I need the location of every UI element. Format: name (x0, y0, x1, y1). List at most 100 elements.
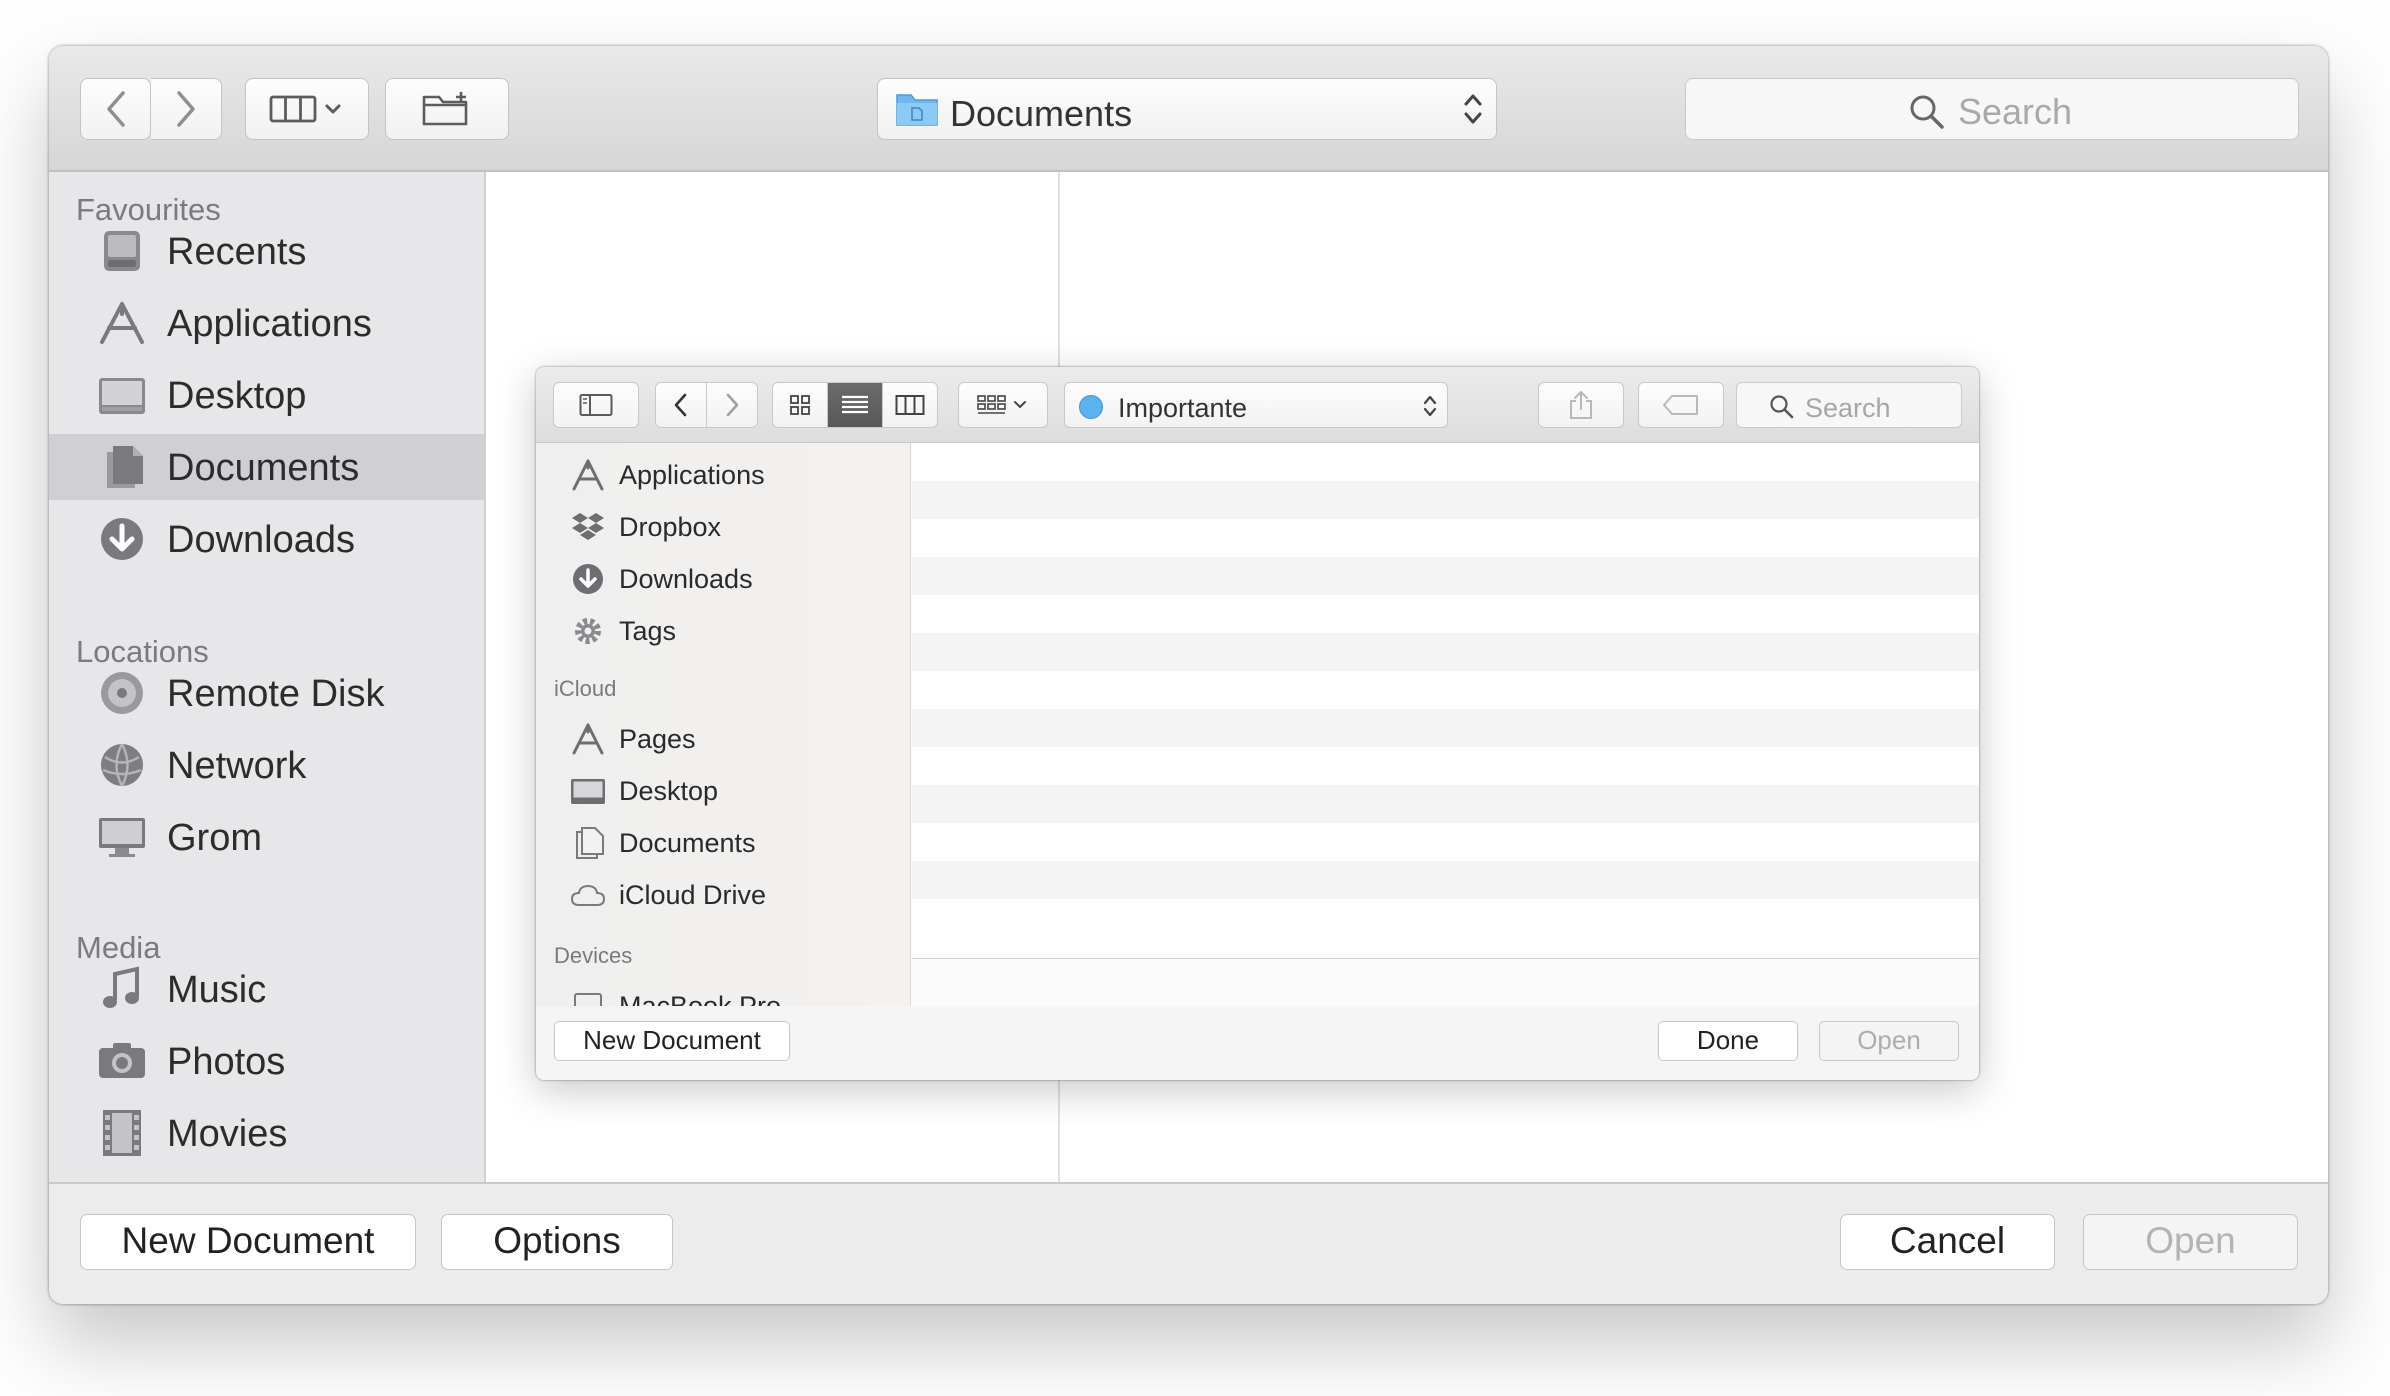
tag-button[interactable] (1638, 382, 1724, 428)
view-menu-button[interactable] (245, 78, 369, 140)
sidebar-item-downloads[interactable]: Downloads (49, 506, 486, 572)
sidebar-item-photos[interactable]: Photos (49, 1028, 486, 1094)
documents-icon (107, 446, 143, 488)
recents-icon (104, 231, 140, 271)
sidebar-item-dropbox[interactable]: Dropbox (536, 503, 910, 549)
sidebar-item-label: iCloud Drive (619, 880, 767, 910)
chevron-right-icon (726, 393, 739, 417)
list-row (912, 823, 1979, 861)
list-row (912, 595, 1979, 633)
new-folder-icon (422, 92, 468, 126)
back-button[interactable] (655, 382, 707, 428)
music-icon (103, 966, 139, 1008)
downloads-icon (573, 564, 603, 594)
new-folder-button[interactable] (385, 78, 509, 140)
pages-app-icon (572, 723, 604, 755)
share-button[interactable] (1538, 382, 1624, 428)
list-view-icon (842, 395, 868, 414)
desktop-icon (571, 779, 605, 804)
list-row (912, 709, 1979, 747)
chevron-right-icon (177, 91, 195, 127)
sidebar-item-label: Dropbox (619, 512, 722, 542)
sidebar-item-applications[interactable]: Applications (49, 290, 486, 356)
list-row (912, 481, 1979, 519)
done-button[interactable]: Done (1658, 1021, 1798, 1061)
icon-view-button[interactable] (772, 382, 828, 428)
group-menu-button[interactable] (958, 382, 1048, 428)
icon-view-icon (790, 395, 810, 415)
sidebar-item-recents[interactable]: Recents (49, 218, 486, 284)
sidebar-item-music[interactable]: Music (49, 956, 486, 1022)
options-button[interactable]: Options (441, 1214, 673, 1270)
sidebar-item-movies[interactable]: Movies (49, 1100, 486, 1166)
desktop-icon (99, 378, 145, 414)
updown-chevron-icon (1464, 94, 1482, 124)
sidebar-item-documents[interactable]: Documents (536, 819, 910, 865)
sidebar-item-label: Tags (619, 616, 677, 646)
search-field[interactable]: Search (1736, 382, 1962, 428)
file-list[interactable] (912, 443, 1979, 959)
sidebar-item-documents[interactable]: Documents (49, 434, 486, 500)
sidebar-heading-icloud: iCloud (554, 676, 617, 701)
sidebar-icon (579, 394, 613, 416)
sidebar-item-macbook-pro[interactable]: MacBook Pro (536, 982, 910, 1006)
documents-icon (576, 827, 604, 859)
dialog-toolbar: Documents Search (49, 46, 2328, 172)
search-field[interactable]: Search (1685, 78, 2299, 140)
sidebar-item-label: Recents (167, 231, 307, 273)
sidebar-item-desktop[interactable]: Desktop (49, 362, 486, 428)
inner-footer: New Document Done Open (536, 1006, 1979, 1080)
sidebar-item-grom[interactable]: Grom (49, 804, 486, 870)
sidebar-toggle-button[interactable] (553, 382, 639, 428)
list-row (912, 861, 1979, 899)
list-row (912, 747, 1979, 785)
sidebar-item-icloud-drive[interactable]: iCloud Drive (536, 871, 910, 917)
sidebar-item-label: Downloads (619, 564, 753, 594)
new-document-button[interactable]: New Document (80, 1214, 416, 1270)
new-document-button[interactable]: New Document (554, 1021, 790, 1061)
column-view-button[interactable] (882, 382, 938, 428)
open-button[interactable]: Open (1819, 1021, 1959, 1061)
share-icon (1570, 391, 1592, 419)
movies-icon (103, 1110, 141, 1156)
tag-icon (1663, 395, 1698, 415)
photos-icon (99, 1043, 145, 1078)
column-view-icon (895, 395, 925, 415)
list-row (912, 519, 1979, 557)
sidebar-item-label: Documents (619, 828, 756, 858)
sidebar-item-tags[interactable]: Tags (536, 607, 910, 653)
sidebar-item-label: Downloads (167, 519, 355, 561)
sidebar-item-applications[interactable]: Applications (536, 451, 910, 497)
folder-icon (896, 94, 938, 126)
location-popup[interactable]: Documents (877, 78, 1497, 140)
list-view-button[interactable] (827, 382, 883, 428)
forward-button[interactable] (151, 78, 222, 140)
cancel-button[interactable]: Cancel (1840, 1214, 2055, 1270)
cloud-icon (570, 884, 606, 906)
sidebar-item-label: Applications (167, 303, 372, 345)
open-button[interactable]: Open (2083, 1214, 2298, 1270)
laptop-icon (574, 993, 602, 1006)
group-icon (977, 395, 1026, 414)
back-button[interactable] (80, 78, 151, 140)
sidebar-item-desktop[interactable]: Desktop (536, 767, 910, 813)
sidebar-item-network[interactable]: Network (49, 732, 486, 798)
sidebar-item-remote-disk[interactable]: Remote Disk (49, 660, 486, 726)
list-row (912, 633, 1979, 671)
sidebar-item-label: Music (167, 969, 267, 1011)
inner-open-dialog: Importante Search Applications Dropbox D… (536, 367, 1979, 1080)
list-row (912, 785, 1979, 823)
updown-chevron-icon (1423, 395, 1437, 417)
location-label: Documents (950, 93, 1133, 134)
gear-icon (575, 618, 601, 644)
search-placeholder: Search (1805, 393, 1891, 423)
forward-button[interactable] (706, 382, 758, 428)
chevron-left-icon (674, 393, 687, 417)
sidebar: Favourites Recents Applications Desktop … (49, 172, 486, 1182)
location-popup[interactable]: Importante (1064, 382, 1448, 428)
sidebar-heading-devices: Devices (554, 943, 633, 968)
applications-icon (572, 459, 604, 491)
sidebar-item-downloads[interactable]: Downloads (536, 555, 910, 601)
sidebar-item-pages[interactable]: Pages (536, 715, 910, 761)
search-icon (1910, 95, 1944, 129)
